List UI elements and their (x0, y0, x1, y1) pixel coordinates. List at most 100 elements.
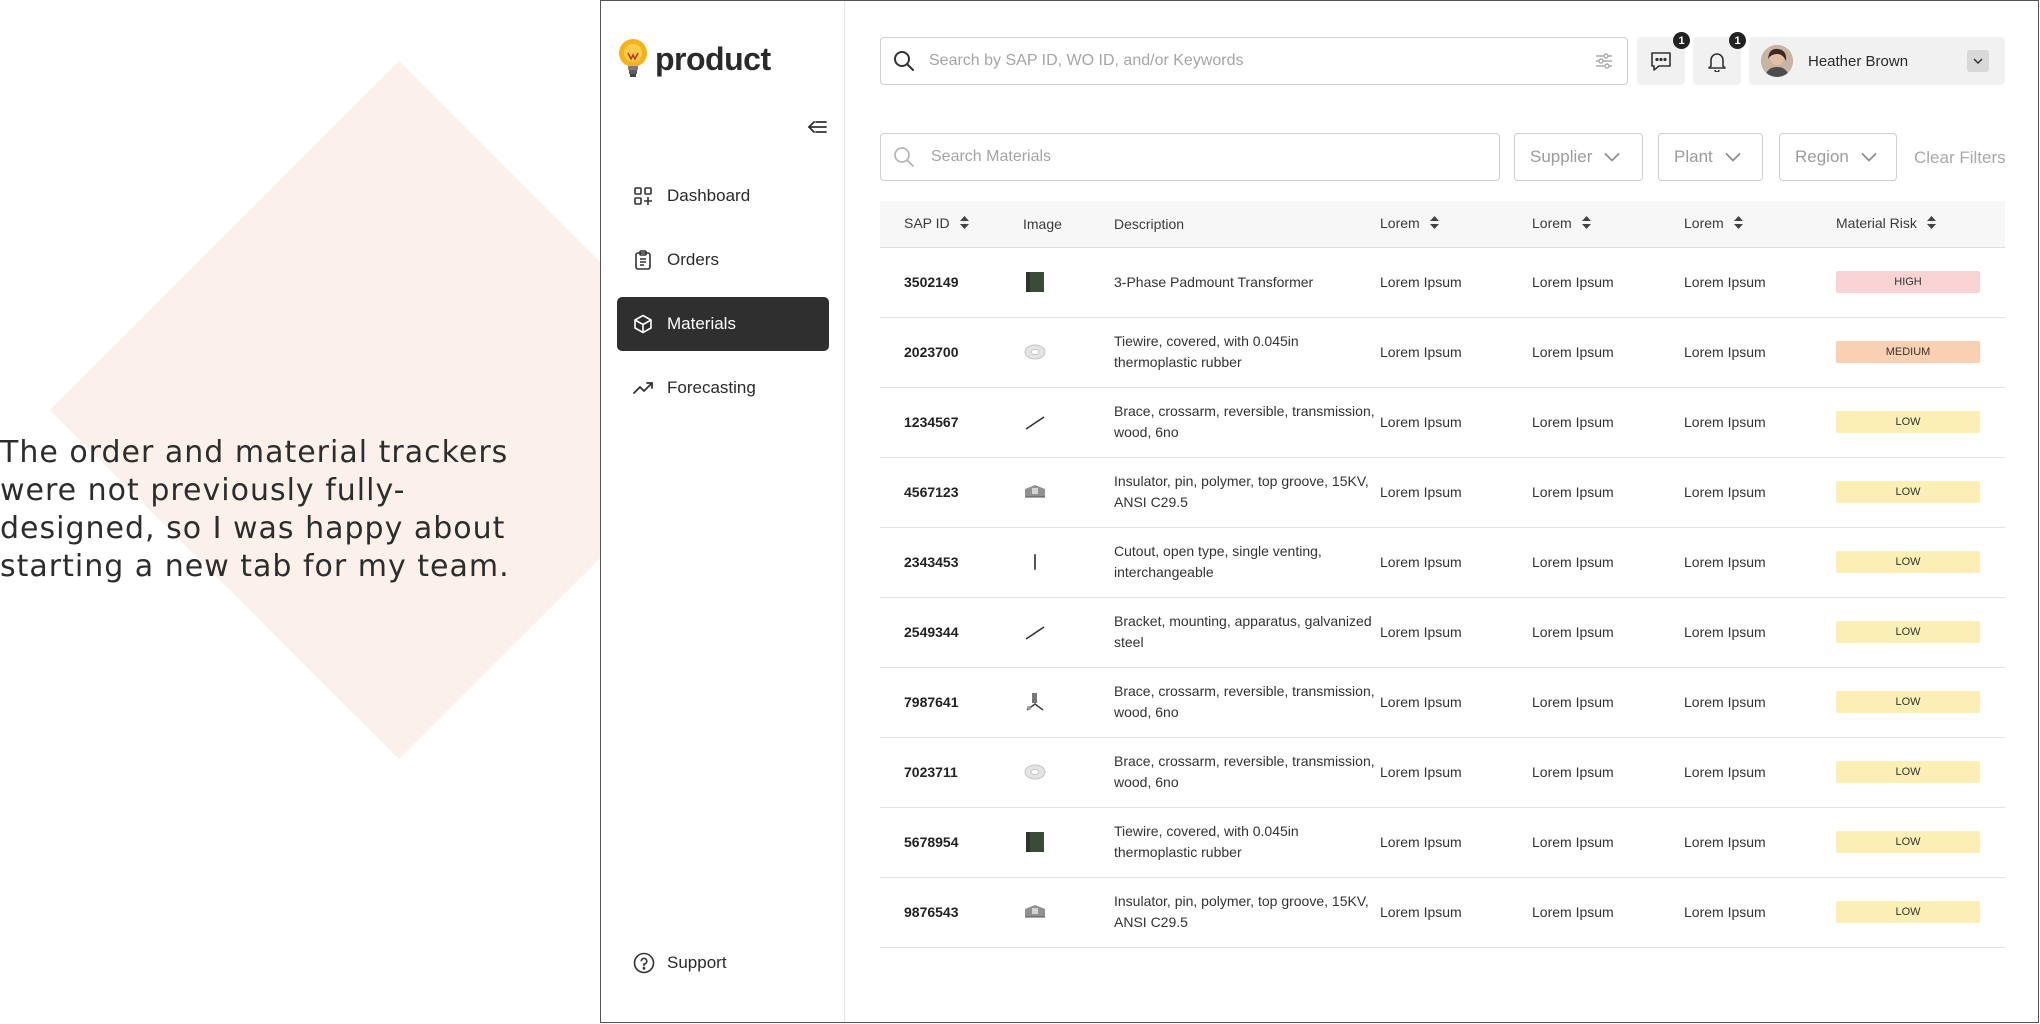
lorem-cell: Lorem Ipsum (1532, 387, 1684, 458)
plant-dropdown[interactable]: Plant (1658, 133, 1763, 181)
table-row[interactable]: 3502149 3-Phase Padmount Transformer Lorem… (880, 247, 2005, 318)
trend-icon (633, 382, 653, 394)
materials-table: SAP ID Image Description Lorem Lorem Lor… (880, 201, 2005, 948)
image-cell (1023, 247, 1114, 318)
sidebar-item-label: Forecasting (667, 378, 756, 397)
material-thumbnail (1023, 550, 1114, 574)
sap-id-cell: 3502149 (880, 247, 1023, 318)
description-cell: 3-Phase Padmount Transformer (1114, 247, 1380, 318)
risk-badge: LOW (1836, 691, 1980, 713)
cube-icon (634, 314, 652, 334)
column-header-sap-id[interactable]: SAP ID (880, 201, 1023, 248)
sort-icon[interactable] (1926, 216, 1936, 232)
column-header-lorem-2[interactable]: Lorem (1532, 201, 1684, 248)
caption-text: The order and material trackers were not… (0, 435, 510, 584)
table-row[interactable]: 2023700 Tiewire, covered, with 0.045in th… (880, 317, 2005, 388)
material-thumbnail (1023, 830, 1114, 854)
lorem-cell: Lorem Ipsum (1532, 807, 1684, 878)
sidebar-item-materials[interactable]: Materials (617, 297, 829, 351)
table-row[interactable]: 7023711 Brace, crossarm, reversible, tran… (880, 737, 2005, 808)
lorem-cell: Lorem Ipsum (1380, 527, 1532, 598)
table-header-row: SAP ID Image Description Lorem Lorem Lor… (880, 201, 2005, 248)
sap-id-cell: 5678954 (880, 807, 1023, 878)
lorem-cell: Lorem Ipsum (1684, 877, 1836, 948)
sap-id-cell: 7023711 (880, 737, 1023, 808)
lorem-cell: Lorem Ipsum (1380, 807, 1532, 878)
lorem-cell: Lorem Ipsum (1532, 877, 1684, 948)
filter-settings-icon[interactable] (1595, 52, 1613, 70)
messages-badge: 1 (1673, 32, 1690, 49)
collapse-sidebar-button[interactable] (805, 115, 829, 139)
material-thumbnail (1023, 620, 1114, 644)
global-search-input[interactable] (927, 51, 1595, 71)
image-cell (1023, 527, 1114, 598)
sort-icon[interactable] (1429, 216, 1439, 232)
description-cell: Brace, crossarm, reversible, transmissio… (1114, 737, 1380, 808)
supplier-dropdown[interactable]: Supplier (1514, 133, 1643, 181)
image-cell (1023, 667, 1114, 738)
lorem-cell: Lorem Ipsum (1684, 807, 1836, 878)
sap-id-cell: 2549344 (880, 597, 1023, 668)
description-cell: Cutout, open type, single venting, inter… (1114, 527, 1380, 598)
global-search-box (880, 37, 1628, 85)
sort-icon[interactable] (959, 216, 969, 232)
table-row[interactable]: 7987641 Brace, crossarm, reversible, tran… (880, 667, 2005, 738)
description-cell: Tiewire, covered, with 0.045in thermopla… (1114, 317, 1380, 388)
messages-button[interactable]: 1 (1637, 32, 1690, 85)
chevron-down-icon (1861, 152, 1877, 162)
risk-cell: LOW (1836, 737, 2005, 808)
table-row[interactable]: 1234567 Brace, crossarm, reversible, tran… (880, 387, 2005, 458)
lorem-cell: Lorem Ipsum (1684, 737, 1836, 808)
support-label: Support (667, 953, 727, 972)
column-header-material-risk[interactable]: Material Risk (1836, 201, 2005, 248)
material-thumbnail (1023, 480, 1114, 504)
sort-icon[interactable] (1581, 216, 1591, 232)
materials-search-input[interactable] (929, 147, 1499, 167)
sidebar-item-label: Dashboard (667, 186, 751, 205)
support-link[interactable]: Support (633, 952, 727, 974)
lorem-cell: Lorem Ipsum (1532, 527, 1684, 598)
user-menu[interactable]: Heather Brown (1749, 37, 2005, 85)
sort-icon[interactable] (1733, 216, 1743, 232)
chat-icon (1651, 52, 1671, 71)
sap-id-cell: 4567123 (880, 457, 1023, 528)
description-cell: Insulator, pin, polymer, top groove, 15K… (1114, 877, 1380, 948)
table-row[interactable]: 9876543 Insulator, pin, polymer, top groo… (880, 877, 2005, 948)
column-header-lorem-1[interactable]: Lorem (1380, 201, 1532, 248)
risk-cell: LOW (1836, 457, 2005, 528)
sidebar-item-label: Orders (667, 250, 719, 269)
lorem-cell: Lorem Ipsum (1380, 457, 1532, 528)
clear-filters-button[interactable]: Clear Filters (1914, 148, 2006, 168)
description-cell: Brace, crossarm, reversible, transmissio… (1114, 387, 1380, 458)
risk-badge: LOW (1836, 411, 1980, 433)
lorem-cell: Lorem Ipsum (1532, 247, 1684, 318)
lorem-cell: Lorem Ipsum (1684, 247, 1836, 318)
image-cell (1023, 877, 1114, 948)
risk-badge: LOW (1836, 901, 1980, 923)
sidebar-item-orders[interactable]: Orders (617, 233, 829, 287)
lorem-cell: Lorem Ipsum (1684, 317, 1836, 388)
risk-badge: MEDIUM (1836, 341, 1980, 363)
sidebar-item-forecasting[interactable]: Forecasting (617, 361, 829, 415)
region-dropdown[interactable]: Region (1779, 133, 1897, 181)
lorem-cell: Lorem Ipsum (1532, 597, 1684, 668)
risk-badge: LOW (1836, 761, 1980, 783)
notifications-button[interactable]: 1 (1693, 32, 1746, 85)
risk-cell: LOW (1836, 527, 2005, 598)
table-row[interactable]: 4567123 Insulator, pin, polymer, top groo… (880, 457, 2005, 528)
column-header-lorem-3[interactable]: Lorem (1684, 201, 1836, 248)
chevron-down-icon (1725, 152, 1741, 162)
table-row[interactable]: 2343453 Cutout, open type, single venting… (880, 527, 2005, 598)
lorem-cell: Lorem Ipsum (1532, 457, 1684, 528)
sidebar-item-dashboard[interactable]: Dashboard (617, 169, 829, 223)
table-row[interactable]: 2549344 Bracket, mounting, apparatus, gal… (880, 597, 2005, 668)
avatar (1761, 45, 1793, 77)
table-row[interactable]: 5678954 Tiewire, covered, with 0.045in th… (880, 807, 2005, 878)
sidebar: product Dashboard Orders Materials Forec… (601, 1, 845, 1022)
lorem-cell: Lorem Ipsum (1380, 387, 1532, 458)
user-menu-caret[interactable] (1967, 50, 1989, 72)
brand-logo[interactable]: product (617, 37, 771, 81)
risk-cell: LOW (1836, 667, 2005, 738)
lorem-cell: Lorem Ipsum (1684, 597, 1836, 668)
lorem-cell: Lorem Ipsum (1532, 737, 1684, 808)
